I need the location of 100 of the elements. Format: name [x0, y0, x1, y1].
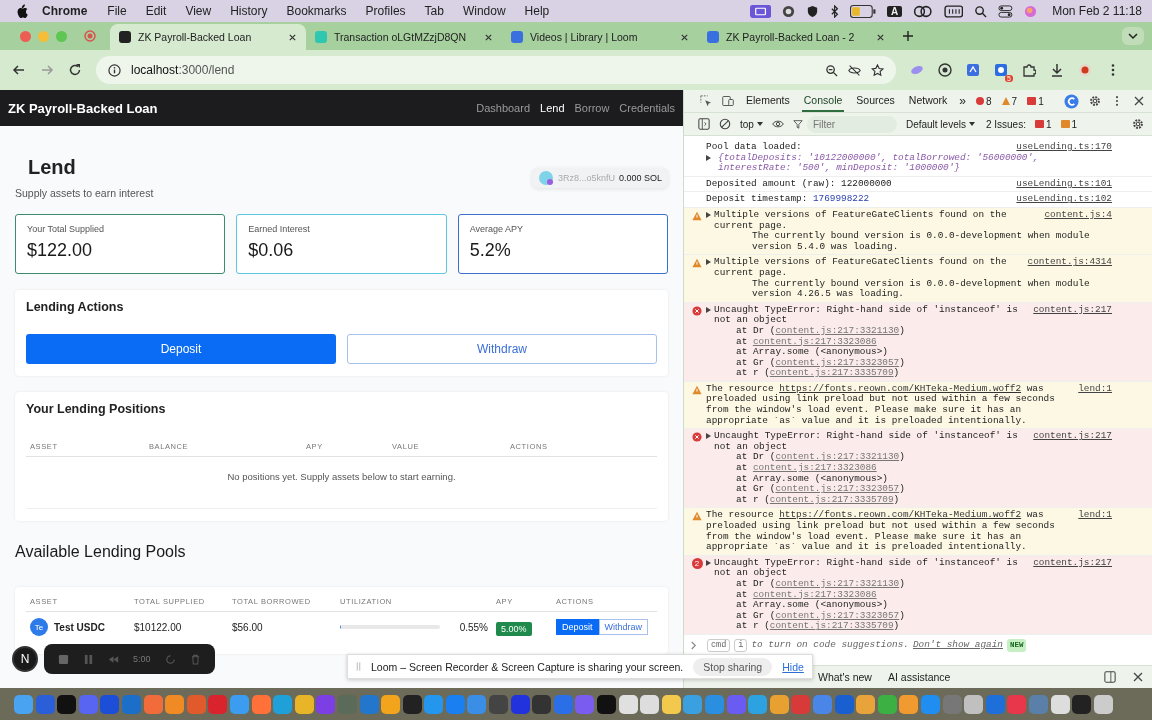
- nav-link[interactable]: Borrow: [574, 102, 610, 114]
- app-icon[interactable]: [143, 694, 163, 714]
- profile-avatar-icon[interactable]: [1078, 63, 1092, 77]
- address-bar[interactable]: localhost:3000/lend: [96, 56, 896, 84]
- link-icon[interactable]: [913, 4, 933, 18]
- control-center-icon[interactable]: [998, 4, 1014, 18]
- close-tab-icon[interactable]: [288, 32, 297, 42]
- stack-link[interactable]: content.js:217:3323086: [752, 462, 877, 474]
- zoom-icon[interactable]: [825, 63, 838, 77]
- deposit-button[interactable]: Deposit: [556, 619, 599, 635]
- stack-link[interactable]: content.js:217:3323086: [752, 588, 877, 600]
- app-icon[interactable]: [769, 694, 789, 714]
- dismiss-link[interactable]: Don't show again: [912, 639, 1003, 651]
- sidebar-toggle-icon[interactable]: [698, 118, 710, 130]
- stack-link[interactable]: content.js:217:3323086: [752, 335, 877, 347]
- app-icon[interactable]: [489, 694, 509, 714]
- nav-link[interactable]: Lend: [540, 102, 565, 114]
- menu-item[interactable]: Help: [524, 4, 550, 18]
- stack-link[interactable]: content.js:217:3321130: [775, 451, 900, 463]
- nav-link[interactable]: Credentials: [619, 102, 675, 114]
- eye-slash-icon[interactable]: [848, 63, 861, 77]
- new-tab-icon[interactable]: [902, 30, 914, 42]
- source-link[interactable]: useLending.ts:101: [1016, 178, 1112, 190]
- nav-link[interactable]: Dashboard: [476, 102, 531, 114]
- app-icon[interactable]: [640, 694, 660, 714]
- tab-search-icon[interactable]: [1122, 27, 1144, 45]
- apple-logo-icon[interactable]: [16, 4, 28, 18]
- app-icon[interactable]: [424, 694, 444, 714]
- wallet-button[interactable]: 3Rz8...o5knfU 0.000 SOL: [531, 168, 668, 188]
- eye-icon[interactable]: [771, 118, 784, 130]
- stack-link[interactable]: content.js:217:3335709: [769, 620, 894, 632]
- app-icon[interactable]: [899, 694, 919, 714]
- record-icon[interactable]: [84, 30, 96, 42]
- site-info-icon[interactable]: [108, 63, 121, 77]
- browser-tab[interactable]: ZK Payroll-Backed Loan: [110, 24, 306, 50]
- forward-icon[interactable]: [40, 63, 54, 77]
- source-link[interactable]: lend:1: [1078, 510, 1112, 521]
- stack-link[interactable]: content.js:217:3321130: [775, 577, 900, 589]
- app-icon[interactable]: [273, 694, 293, 714]
- feather-extension-icon[interactable]: [910, 63, 924, 77]
- menu-item[interactable]: Edit: [145, 4, 167, 18]
- app-icon[interactable]: [294, 694, 314, 714]
- assistant-icon[interactable]: [1063, 93, 1079, 109]
- app-icon[interactable]: [877, 694, 897, 714]
- source-link[interactable]: useLending.ts:170: [1016, 142, 1112, 153]
- menu-item[interactable]: Tab: [424, 4, 444, 18]
- app-brand[interactable]: ZK Payroll-Backed Loan: [8, 100, 158, 116]
- stack-link[interactable]: content.js:217:3323057: [775, 483, 900, 495]
- app-icon[interactable]: [1093, 694, 1113, 714]
- source-link[interactable]: content.js:217: [1033, 431, 1112, 442]
- app-icon[interactable]: [165, 694, 185, 714]
- resource-link[interactable]: https://fonts.reown.com/KHTeka-Medium.woff2: [779, 509, 1022, 521]
- app-icon[interactable]: [1050, 694, 1070, 714]
- stop-sharing-button[interactable]: Stop sharing: [693, 657, 773, 676]
- devtools-tab[interactable]: Network: [906, 90, 950, 112]
- browser-tab[interactable]: Videos | Library | Loom: [502, 24, 698, 50]
- drag-handle-icon[interactable]: [356, 661, 361, 672]
- bookmark-star-icon[interactable]: [871, 63, 884, 77]
- app-icon[interactable]: [748, 694, 768, 714]
- stack-link[interactable]: content.js:217:3335709: [769, 493, 894, 505]
- settings-icon[interactable]: [1132, 118, 1144, 130]
- app-icon[interactable]: [57, 694, 77, 714]
- clear-console-icon[interactable]: [719, 118, 731, 130]
- stack-link[interactable]: content.js:217:3323057: [775, 356, 900, 368]
- drawer-tab[interactable]: What's new: [818, 671, 872, 683]
- menu-item[interactable]: Window: [462, 4, 506, 18]
- bluetooth-icon[interactable]: [829, 4, 840, 18]
- menu-item[interactable]: Bookmarks: [286, 4, 347, 18]
- issue-count[interactable]: 1: [1027, 95, 1044, 107]
- stack-link[interactable]: content.js:217:3323057: [775, 609, 900, 621]
- browser-tab[interactable]: Transaction oLGtMZzjD8QN: [306, 24, 502, 50]
- source-link[interactable]: content.js:4: [1044, 209, 1112, 221]
- resource-link[interactable]: https://fonts.reown.com/KHTeka-Medium.woff2: [779, 382, 1022, 394]
- deposit-button[interactable]: Deposit: [26, 334, 336, 364]
- expand-icon[interactable]: [706, 433, 711, 440]
- log-levels-dropdown[interactable]: Default levels: [905, 118, 975, 130]
- device-toolbar-icon[interactable]: [722, 95, 734, 107]
- translate-extension-icon[interactable]: [966, 63, 980, 77]
- restart-icon[interactable]: [164, 653, 176, 665]
- hide-link[interactable]: Hide: [782, 660, 804, 673]
- download-icon[interactable]: [1050, 63, 1064, 77]
- app-menu[interactable]: Chrome: [42, 4, 88, 18]
- issues-label[interactable]: 2 Issues:: [985, 118, 1026, 130]
- close-tab-icon[interactable]: [876, 32, 885, 42]
- close-icon[interactable]: [1132, 95, 1145, 107]
- close-tab-icon[interactable]: [484, 32, 493, 42]
- puzzle-icon[interactable]: [1022, 63, 1036, 77]
- source-link[interactable]: content.js:4314: [1027, 257, 1112, 268]
- shield-icon[interactable]: [805, 4, 819, 18]
- memory-icon[interactable]: [943, 4, 964, 18]
- close-icon[interactable]: [1132, 671, 1144, 683]
- withdraw-button[interactable]: Withdraw: [598, 619, 649, 635]
- rewind-icon[interactable]: [108, 653, 119, 665]
- siri-icon[interactable]: [1024, 4, 1038, 18]
- app-icon[interactable]: [618, 694, 638, 714]
- app-icon[interactable]: [597, 694, 617, 714]
- menu-item[interactable]: Profiles: [365, 4, 406, 18]
- reload-icon[interactable]: [68, 63, 82, 77]
- app-icon[interactable]: [532, 694, 552, 714]
- app-icon[interactable]: [1072, 694, 1092, 714]
